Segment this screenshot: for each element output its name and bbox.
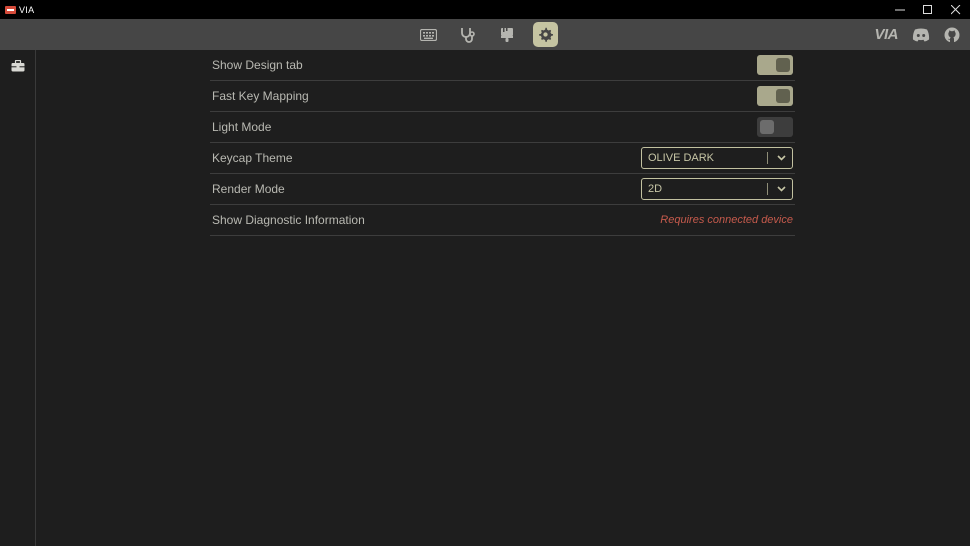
setting-label: Light Mode [212,120,272,134]
tab-design[interactable] [494,22,519,47]
app-logo-icon [5,5,16,14]
toggle-knob [760,120,774,134]
discord-icon[interactable] [912,28,930,42]
setting-label: Fast Key Mapping [212,89,309,103]
setting-fast-key-mapping: Fast Key Mapping [210,81,795,112]
light-mode-toggle[interactable] [757,117,793,137]
window-title: VIA [19,4,35,15]
tab-settings[interactable] [533,22,558,47]
title-bar: VIA [0,0,970,19]
setting-label: Show Design tab [212,58,303,72]
setting-label: Show Diagnostic Information [212,213,365,227]
requires-device-notice: Requires connected device [660,214,793,226]
toggle-knob [776,89,790,103]
close-button[interactable] [942,0,970,19]
gear-icon [539,27,553,42]
select-divider [767,183,768,195]
select-value: OLIVE DARK [648,152,715,164]
setting-keycap-theme: Keycap Theme OLIVE DARK [210,143,795,174]
keyboard-icon [420,28,437,41]
select-value: 2D [648,183,663,195]
toggle-knob [776,58,790,72]
settings-panel: Show Design tab Fast Key Mapping Light M… [210,50,795,236]
github-icon[interactable] [944,27,960,43]
design-brush-icon [500,27,513,42]
setting-show-design-tab: Show Design tab [210,50,795,81]
show-design-tab-toggle[interactable] [757,55,793,75]
stethoscope-icon [460,27,475,43]
toolbox-icon[interactable] [11,60,25,72]
chevron-down-icon [774,155,788,161]
tab-test[interactable] [455,22,480,47]
maximize-button[interactable] [914,0,942,19]
main-nav [416,22,570,47]
setting-label: Render Mode [212,182,285,196]
setting-light-mode: Light Mode [210,112,795,143]
keycap-theme-select[interactable]: OLIVE DARK [641,147,793,169]
fast-key-mapping-toggle[interactable] [757,86,793,106]
setting-render-mode: Render Mode 2D [210,174,795,205]
minimize-button[interactable] [886,0,914,19]
sidebar [0,50,36,546]
setting-show-diagnostic-information: Show Diagnostic Information Requires con… [210,205,795,236]
via-logo[interactable]: VIA [874,26,898,43]
top-navigation-bar: VIA [0,19,970,50]
external-links: VIA [874,22,960,47]
setting-label: Keycap Theme [212,151,293,165]
window-controls [886,0,970,19]
render-mode-select[interactable]: 2D [641,178,793,200]
select-divider [767,152,768,164]
chevron-down-icon [774,186,788,192]
tab-configure[interactable] [416,22,441,47]
